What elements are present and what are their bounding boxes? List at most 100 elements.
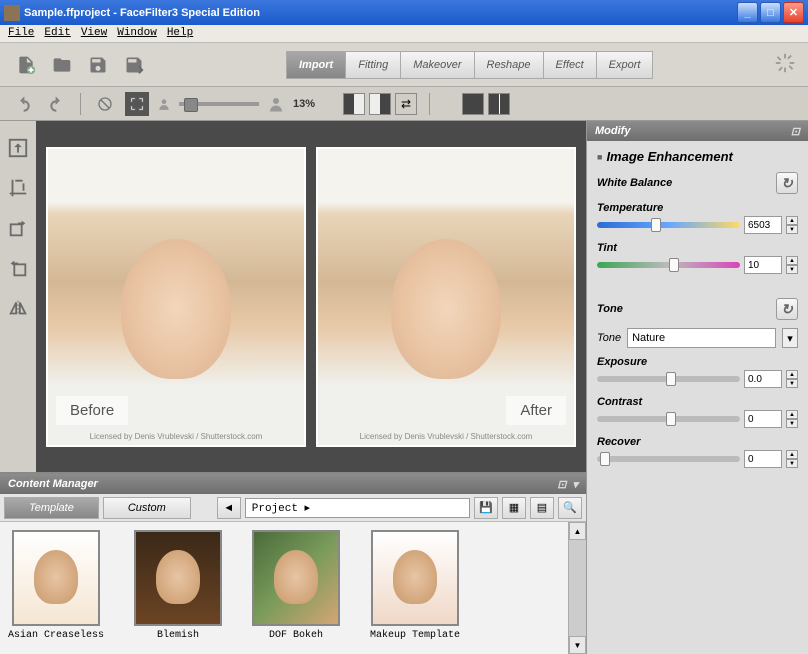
view-swap-icon[interactable]: ⇄ [395, 93, 417, 115]
thumbnail-grid: Asian Creaseless Blemish DOF Bokeh Makeu… [0, 522, 568, 654]
custom-tab[interactable]: Custom [103, 497, 191, 519]
thumb-item[interactable]: DOF Bokeh [252, 530, 340, 646]
redo-icon[interactable] [44, 92, 68, 116]
grid-view-icon[interactable]: ▦ [502, 497, 526, 519]
menu-edit[interactable]: Edit [40, 27, 74, 40]
view-split-left-icon[interactable] [343, 93, 365, 115]
canvas-area: Before Licensed by Denis Vrublevski / Sh… [36, 121, 586, 472]
zoom-slider[interactable] [179, 102, 259, 106]
contrast-value[interactable]: 0 [744, 410, 782, 428]
exp-up[interactable]: ▲ [786, 370, 798, 379]
view-dual-icon[interactable] [488, 93, 510, 115]
con-down[interactable]: ▼ [786, 419, 798, 428]
cm-close-icon[interactable]: ▾ [572, 478, 578, 491]
scrollbar[interactable]: ▲ ▼ [568, 522, 586, 654]
titlebar: Sample.ffproject - FaceFilter3 Special E… [0, 0, 808, 25]
tab-import[interactable]: Import [286, 51, 346, 79]
con-up[interactable]: ▲ [786, 410, 798, 419]
exposure-slider[interactable] [597, 376, 740, 382]
crop-icon[interactable] [7, 177, 29, 199]
menu-view[interactable]: View [77, 27, 111, 40]
workflow-tabs: Import Fitting Makeover Reshape Effect E… [286, 51, 652, 79]
tab-reshape[interactable]: Reshape [474, 51, 544, 79]
thumb-item[interactable]: Asian Creaseless [8, 530, 104, 646]
white-balance-label: White Balance [597, 177, 672, 189]
left-toolbar [0, 121, 36, 472]
tab-effect[interactable]: Effect [543, 51, 597, 79]
expand-icon[interactable]: ⊡ [791, 125, 800, 138]
fit-screen-icon[interactable] [125, 92, 149, 116]
tone-reset[interactable]: ↻ [776, 298, 798, 320]
scroll-up-icon[interactable]: ▲ [569, 522, 586, 540]
undo-icon[interactable] [12, 92, 36, 116]
tone-label: Tone [597, 303, 623, 315]
rotate-left-icon[interactable] [7, 257, 29, 279]
save-icon[interactable] [84, 51, 112, 79]
recover-slider[interactable] [597, 456, 740, 462]
after-photo: After Licensed by Denis Vrublevski / Shu… [316, 147, 576, 447]
photo-credit: Licensed by Denis Vrublevski / Shutterst… [90, 432, 263, 441]
minimize-button[interactable]: _ [737, 2, 758, 23]
person-large-icon [267, 95, 285, 113]
menu-window[interactable]: Window [113, 27, 161, 40]
tint-down[interactable]: ▼ [786, 265, 798, 274]
export-image-icon[interactable] [7, 137, 29, 159]
tab-export[interactable]: Export [596, 51, 654, 79]
rotate-right-icon[interactable] [7, 217, 29, 239]
image-enhancement-title: Image Enhancement [597, 149, 798, 164]
scroll-down-icon[interactable]: ▼ [569, 636, 586, 654]
menubar: File Edit View Window Help [0, 25, 808, 43]
thumb-item[interactable]: Blemish [134, 530, 222, 646]
close-button[interactable]: ✕ [783, 2, 804, 23]
view-single-icon[interactable] [462, 93, 484, 115]
cm-expand-icon[interactable]: ⊡ [557, 478, 566, 491]
tone-select[interactable]: Nature [627, 328, 776, 348]
tone-select-label: Tone [597, 332, 621, 344]
recover-value[interactable]: 0 [744, 450, 782, 468]
tab-fitting[interactable]: Fitting [345, 51, 401, 79]
maximize-button[interactable]: □ [760, 2, 781, 23]
breadcrumb-path[interactable]: Project ▸ [245, 498, 470, 518]
temperature-slider[interactable] [597, 222, 740, 228]
save-as-icon[interactable] [120, 51, 148, 79]
tint-slider[interactable] [597, 262, 740, 268]
open-folder-icon[interactable] [48, 51, 76, 79]
rec-up[interactable]: ▲ [786, 450, 798, 459]
menu-file[interactable]: File [4, 27, 38, 40]
exposure-value[interactable]: 0.0 [744, 370, 782, 388]
modify-title: Modify [595, 125, 630, 137]
save-preset-icon[interactable]: 💾 [474, 497, 498, 519]
sub-toolbar: 13% ⇄ [0, 87, 808, 121]
thumb-item[interactable]: Makeup Template [370, 530, 460, 646]
modify-panel: Modify ⊡ Image Enhancement White Balance… [586, 121, 808, 472]
content-manager-title: Content Manager [8, 478, 98, 490]
temp-down[interactable]: ▼ [786, 225, 798, 234]
exp-down[interactable]: ▼ [786, 379, 798, 388]
no-icon[interactable] [93, 92, 117, 116]
white-balance-reset[interactable]: ↻ [776, 172, 798, 194]
new-file-icon[interactable] [12, 51, 40, 79]
loading-spinner-icon [774, 52, 796, 77]
temp-up[interactable]: ▲ [786, 216, 798, 225]
contrast-label: Contrast [597, 396, 798, 408]
contrast-slider[interactable] [597, 416, 740, 422]
tint-up[interactable]: ▲ [786, 256, 798, 265]
person-small-icon [157, 97, 171, 111]
back-icon[interactable]: ◄ [217, 497, 241, 519]
content-manager-panel: Content Manager ⊡ ▾ Template Custom ◄ Pr… [0, 472, 586, 654]
template-tab[interactable]: Template [4, 497, 99, 519]
view-split-right-icon[interactable] [369, 93, 391, 115]
flip-icon[interactable] [7, 297, 29, 319]
exposure-label: Exposure [597, 356, 798, 368]
tint-value[interactable]: 10 [744, 256, 782, 274]
tone-dropdown-icon[interactable]: ▾ [782, 328, 798, 348]
search-icon[interactable]: 🔍 [558, 497, 582, 519]
photo-credit: Licensed by Denis Vrublevski / Shutterst… [360, 432, 533, 441]
tab-makeover[interactable]: Makeover [400, 51, 474, 79]
after-label: After [506, 396, 566, 425]
list-view-icon[interactable]: ▤ [530, 497, 554, 519]
menu-help[interactable]: Help [163, 27, 197, 40]
temperature-value[interactable]: 6503 [744, 216, 782, 234]
rec-down[interactable]: ▼ [786, 459, 798, 468]
zoom-value: 13% [293, 98, 315, 110]
